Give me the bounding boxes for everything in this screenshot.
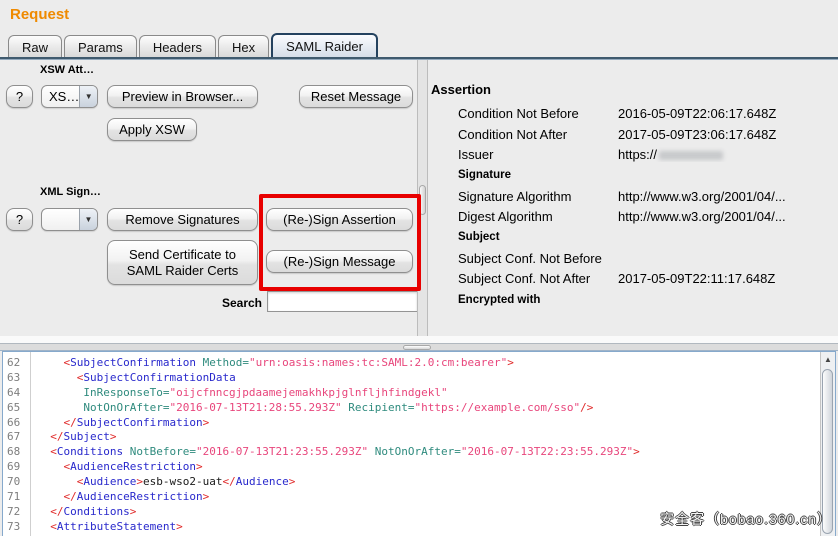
xsw-section-label: XSW Att… [40,64,94,76]
line-number: 69 [3,460,31,473]
line-number: 62 [3,356,31,369]
splitter-grip [403,345,431,350]
xml-line: 62 <SubjectConfirmation Method="urn:oasi… [3,355,820,370]
horizontal-splitter[interactable] [0,343,838,351]
line-number: 64 [3,386,31,399]
xml-code-text: <Audience>esb-wso2-uat</Audience> [31,475,295,488]
apply-xsw-button[interactable]: Apply XSW [107,118,197,141]
assertion-row-value: 2017-05-09T23:06:17.648Z [618,127,838,142]
preview-in-browser-button[interactable]: Preview in Browser... [107,85,258,108]
tab-headers[interactable]: Headers [139,35,216,58]
chevron-down-icon: ▼ [79,209,97,230]
assertion-row-label: Encrypted with [458,294,618,306]
xsw-attack-dropdown-value: XS… [42,86,79,107]
certificate-dropdown[interactable]: ▼ [41,208,98,231]
assertion-subheader-row: Signature [428,165,838,186]
xml-line: 70 <Audience>esb-wso2-uat</Audience> [3,474,820,489]
assertion-row-label: Subject [458,231,618,243]
xml-line: 65 NotOnOrAfter="2016-07-13T21:28:55.293… [3,400,820,415]
assertion-data-row: Condition Not Before2016-05-09T22:06:17.… [428,103,838,124]
line-number: 72 [3,505,31,518]
assertion-data-row: Condition Not After2017-05-09T23:06:17.6… [428,124,838,145]
assertion-row-label: Digest Algorithm [458,209,618,224]
assertion-data-row: Subject Conf. Not After2017-05-09T22:11:… [428,269,838,290]
assertion-data-row: Subject Conf. Not Before [428,248,838,269]
line-number: 63 [3,371,31,384]
assertion-row-label: Signature [458,169,618,181]
assertion-data-row: Issuerhttps:// [428,144,838,165]
xml-code-text: </Conditions> [31,505,136,518]
resign-assertion-button[interactable]: (Re-)Sign Assertion [266,208,413,231]
tab-params[interactable]: Params [64,35,137,58]
panel-bottom-strip [0,336,838,343]
xml-line: 64 InResponseTo="oijcfnncgjpdaamejemakhk… [3,385,820,400]
xml-code-text: <AttributeStatement> [31,520,183,533]
line-number: 71 [3,490,31,503]
certificate-dropdown-value [42,209,79,230]
assertion-row-label: Subject Conf. Not Before [458,251,618,266]
xsw-help-button[interactable]: ? [6,85,33,108]
search-input[interactable] [267,291,418,312]
redacted-blur [659,151,723,160]
xml-code-text: <Conditions NotBefore="2016-07-13T21:23:… [31,445,640,458]
tab-saml-raider[interactable]: SAML Raider [271,33,378,58]
scroll-up-arrow-icon[interactable]: ▲ [821,352,835,367]
xml-code-text: </Subject> [31,430,116,443]
page-title: Request [10,6,69,23]
xml-signature-help-button[interactable]: ? [6,208,33,231]
resign-message-button[interactable]: (Re-)Sign Message [266,250,413,273]
line-number: 66 [3,416,31,429]
tab-raw[interactable]: Raw [8,35,62,58]
assertion-row-value: http://www.w3.org/2001/04/... [618,209,838,224]
xml-code-text: </SubjectConfirmation> [31,416,209,429]
reset-message-button[interactable]: Reset Message [299,85,413,108]
chevron-down-icon: ▼ [79,86,97,107]
xml-code-text: <AudienceRestriction> [31,460,203,473]
remove-signatures-button[interactable]: Remove Signatures [107,208,258,231]
tab-hex[interactable]: Hex [218,35,269,58]
xml-signature-section-label: XML Sign… [40,186,101,198]
xml-lines: 62 <SubjectConfirmation Method="urn:oasi… [3,355,820,534]
line-number: 73 [3,520,31,533]
xml-line: 68 <Conditions NotBefore="2016-07-13T21:… [3,444,820,459]
xml-code-text: <SubjectConfirmation Method="urn:oasis:n… [31,356,514,369]
assertion-data-row: Digest Algorithmhttp://www.w3.org/2001/0… [428,206,838,227]
line-number: 68 [3,445,31,458]
assertion-row-label: Signature Algorithm [458,189,618,204]
xml-line: 67 </Subject> [3,429,820,444]
line-number: 70 [3,475,31,488]
assertion-subheader-row: Encrypted with [428,289,838,310]
assertion-row-value: https:// [618,147,838,162]
assertion-subheader-row: Subject [428,227,838,248]
assertion-data-row: Signature Algorithmhttp://www.w3.org/200… [428,186,838,207]
assertion-row-value: 2017-05-09T22:11:17.648Z [618,271,838,286]
line-number: 65 [3,401,31,414]
line-number: 67 [3,430,31,443]
xml-code-text: NotOnOrAfter="2016-07-13T21:28:55.293Z" … [31,401,593,414]
send-certificate-button[interactable]: Send Certificate to SAML Raider Certs [107,240,258,285]
xml-line: 71 </AudienceRestriction> [3,489,820,504]
splitter-grip [419,185,426,215]
assertion-row-label: Subject Conf. Not After [458,271,618,286]
xml-line: 69 <AudienceRestriction> [3,459,820,474]
assertion-panel-title: Assertion [431,82,491,97]
assertion-row-label: Issuer [458,147,618,162]
assertion-rows: Condition Not Before2016-05-09T22:06:17.… [428,103,838,310]
xml-line: 66 </SubjectConfirmation> [3,415,820,430]
xsw-attack-dropdown[interactable]: XS… ▼ [41,85,98,108]
vertical-splitter[interactable] [417,60,428,343]
assertion-row-label: Condition Not Before [458,106,618,121]
tab-bar: RawParamsHeadersHexSAML Raider [8,33,378,58]
assertion-row-value: http://www.w3.org/2001/04/... [618,189,838,204]
xml-code-text: <SubjectConfirmationData [31,371,236,384]
xml-code-text: </AudienceRestriction> [31,490,209,503]
xml-line: 63 <SubjectConfirmationData [3,370,820,385]
assertion-row-label: Condition Not After [458,127,618,142]
request-panel: Request RawParamsHeadersHexSAML Raider X… [0,0,838,536]
search-label: Search [192,296,262,310]
assertion-row-value: 2016-05-09T22:06:17.648Z [618,106,838,121]
watermark: 安全客（bobao.360.cn） [660,509,832,529]
xml-code-text: InResponseTo="oijcfnncgjpdaamejemakhkpjg… [31,386,448,399]
